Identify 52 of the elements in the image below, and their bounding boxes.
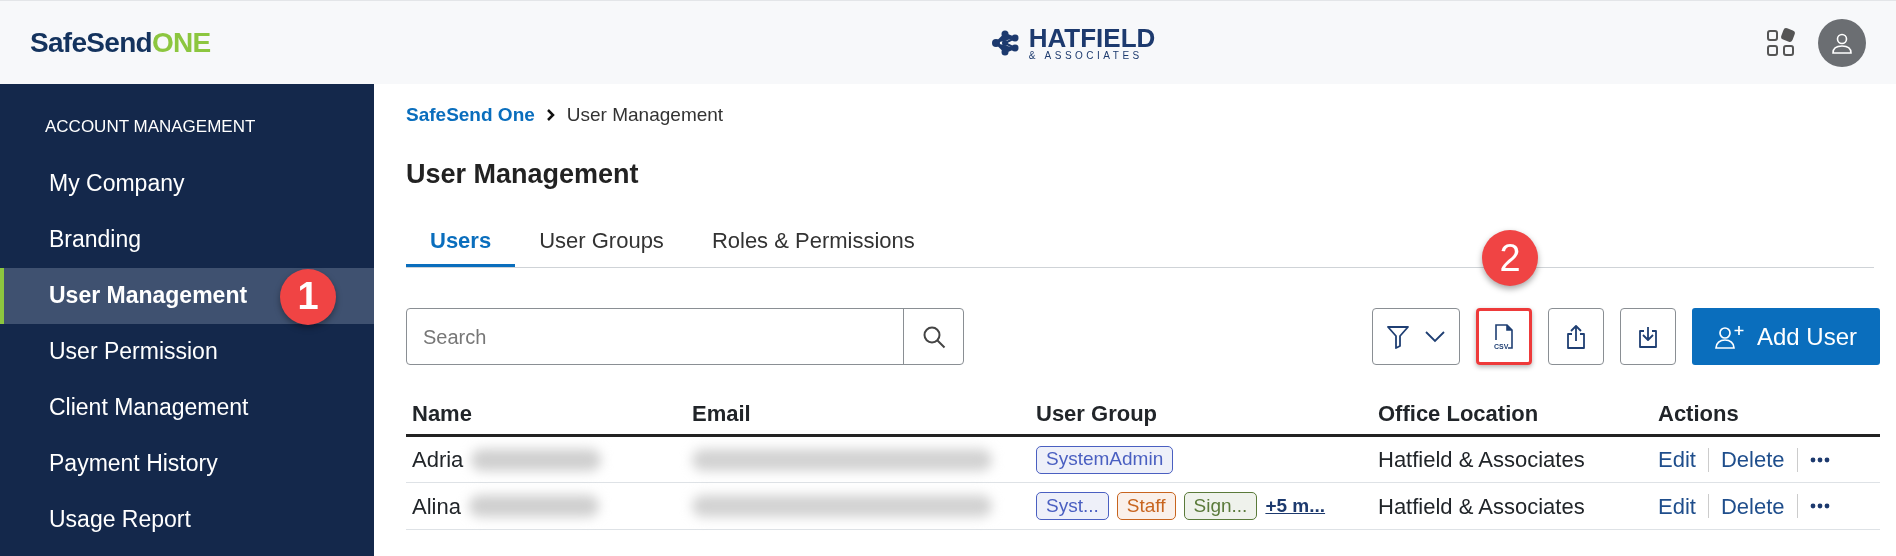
group-tag: Syst... — [1036, 492, 1109, 520]
table-cell: Hatfield & Associates — [1372, 482, 1652, 530]
action-link[interactable]: Delete — [1720, 489, 1785, 523]
tab[interactable]: Roles & Permissions — [687, 216, 939, 267]
download-button[interactable] — [1620, 308, 1676, 365]
sidebar-item[interactable]: My Company — [0, 155, 374, 212]
column-header: User Group — [1030, 393, 1372, 436]
search-icon[interactable] — [921, 324, 946, 349]
column-header: Name — [406, 393, 686, 436]
table-cell-text: Adria — [412, 446, 464, 474]
tab[interactable]: User Groups — [515, 216, 688, 267]
action-link[interactable]: Delete — [1720, 443, 1785, 476]
filter-icon — [1387, 324, 1409, 349]
brand-logo: SafeSendONE — [30, 25, 212, 60]
action-link[interactable]: Edit — [1658, 489, 1696, 523]
upload-button[interactable] — [1548, 308, 1604, 365]
column-header: Office Location — [1372, 393, 1652, 436]
group-tag: Sign... — [1183, 492, 1258, 520]
table-cell-text: Alina — [412, 492, 461, 521]
sidebar-item[interactable]: Client Management — [0, 379, 374, 436]
sidebar-item[interactable]: User Permission — [0, 323, 374, 380]
breadcrumb-link[interactable]: SafeSend One — [406, 100, 535, 130]
sidebar-item[interactable]: Usage Report — [0, 491, 374, 548]
group-tag: Staff — [1116, 492, 1176, 520]
filter-button[interactable] — [1372, 308, 1460, 365]
sidebar-section-title: ACCOUNT MANAGEMENT — [44, 116, 257, 138]
chevron-right-icon — [546, 109, 555, 121]
sidebar-item[interactable]: Payment History — [0, 435, 374, 492]
page-title: User Management — [406, 158, 640, 191]
more-options-icon[interactable] — [1809, 456, 1830, 463]
sidebar-item[interactable]: User Management 1 — [0, 267, 374, 324]
breadcrumb-current: User Management — [566, 102, 724, 127]
add-user-button[interactable]: Add User — [1692, 308, 1880, 365]
more-groups-link[interactable]: +5 m... — [1265, 491, 1326, 521]
download-icon — [1638, 324, 1658, 349]
apps-grid-icon[interactable] — [1766, 27, 1796, 58]
table-cell: Hatfield & Associates — [1372, 435, 1652, 483]
user-icon — [1831, 31, 1853, 54]
action-link[interactable]: Edit — [1658, 443, 1696, 476]
upload-icon — [1566, 323, 1586, 350]
tab[interactable]: Users — [406, 216, 516, 267]
chevron-down-icon — [1425, 330, 1445, 343]
avatar-button[interactable] — [1818, 18, 1866, 67]
callout-badge: 2 — [1482, 230, 1538, 286]
callout-badge: 1 — [280, 268, 336, 325]
company-logo: HATFIELD & ASSOCIATES — [990, 24, 1156, 61]
group-tag: SystemAdmin — [1036, 445, 1174, 474]
sidebar-item[interactable]: Branding — [0, 211, 374, 268]
column-header: Email — [686, 393, 1030, 436]
add-user-icon — [1714, 324, 1745, 349]
column-header: Actions — [1652, 393, 1880, 436]
more-options-icon[interactable] — [1809, 503, 1830, 509]
